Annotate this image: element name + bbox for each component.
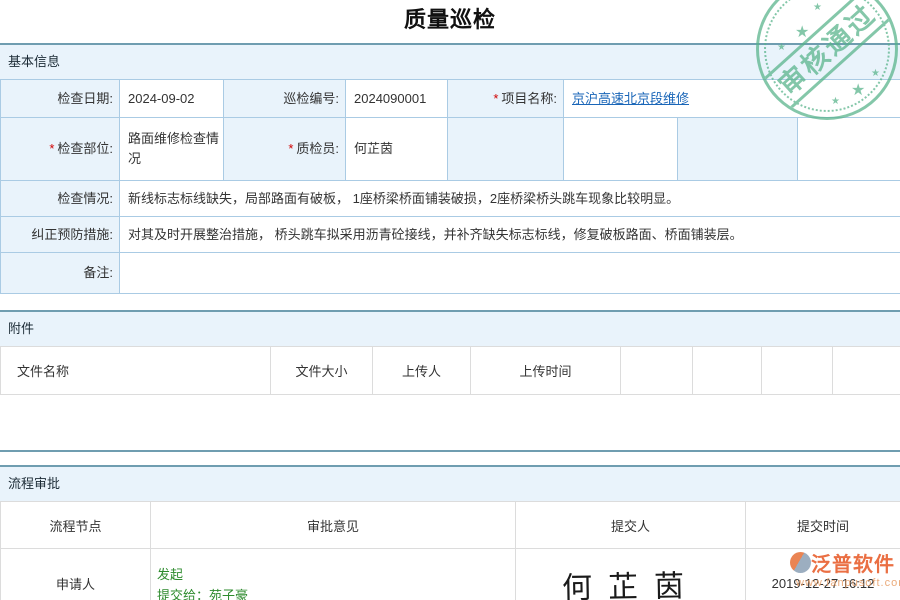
check-part-label: *检查部位: [1, 118, 120, 181]
empty-label-cell [448, 118, 564, 181]
project-name-value: 京沪高速北京段维修 [564, 80, 900, 118]
col-file-size: 文件大小 [271, 347, 373, 395]
section-gap [0, 452, 900, 465]
basic-info-table: 检查日期: 2024-09-02 巡检编号: 2024090001 *项目名称:… [0, 79, 900, 294]
approval-submitter: 何芷茵 [516, 549, 746, 600]
empty-label-cell [678, 118, 798, 181]
attachments-table: 文件名称 文件大小 上传人 上传时间 [0, 346, 900, 395]
page-title: 质量巡检 [0, 0, 900, 34]
required-marker: * [288, 141, 293, 156]
empty-value-cell [798, 118, 900, 181]
approval-row: 申请人 发起 提交给：苑子豪 何芷茵 2019-12-27 16:12 [1, 549, 900, 600]
vendor-url: www.fanpusoft.com [796, 577, 900, 589]
remark-label: 备注: [1, 253, 120, 294]
vendor-name: 泛普软件 [811, 548, 895, 577]
approval-table: 流程节点 审批意见 提交人 提交时间 申请人 发起 提交给：苑子豪 何芷茵 20… [0, 501, 900, 600]
col-empty [833, 347, 900, 395]
col-upload-time: 上传时间 [471, 347, 621, 395]
measures-label: 纠正预防措施: [1, 217, 120, 253]
situation-label: 检查情况: [1, 181, 120, 217]
col-submitter: 提交人 [516, 502, 746, 549]
approval-node: 申请人 [1, 549, 151, 600]
approval-submit-to: 提交给：苑子豪 [157, 585, 511, 600]
check-date-label: 检查日期: [1, 80, 120, 118]
inspector-label: *质检员: [224, 118, 346, 181]
vendor-watermark: 泛普软件 www.fanpusoft.com [790, 548, 900, 589]
title-row: 质量巡检 [0, 0, 900, 43]
inspection-no-label: 巡检编号: [224, 80, 346, 118]
approval-opinion: 发起 提交给：苑子豪 [151, 549, 516, 600]
inspection-no-value: 2024090001 [346, 80, 448, 118]
section-gap [0, 294, 900, 310]
col-empty [693, 347, 762, 395]
required-marker: * [493, 91, 498, 106]
measures-value: 对其及时开展整治措施， 桥头跳车拟采用沥青砼接线，并补齐缺失标志标线，修复破板路… [120, 217, 900, 253]
col-empty [762, 347, 833, 395]
basic-info-section-header: 基本信息 [0, 45, 900, 79]
submitter-signature: 何芷茵 [561, 560, 700, 600]
situation-value: 新线标志标线缺失，局部路面有破板， 1座桥梁桥面铺装破损，2座桥梁桥头跳车现象比… [120, 181, 900, 217]
empty-value-cell [564, 118, 678, 181]
col-approval-opinion: 审批意见 [151, 502, 516, 549]
project-link[interactable]: 京沪高速北京段维修 [572, 91, 689, 106]
section-basic-info: 基本信息 检查日期: 2024-09-02 巡检编号: 2024090001 *… [0, 43, 900, 294]
required-marker: * [49, 141, 54, 156]
col-uploader: 上传人 [373, 347, 471, 395]
section-approval-flow: 流程审批 流程节点 审批意见 提交人 提交时间 申请人 发起 提交给：苑子豪 [0, 465, 900, 600]
approval-action: 发起 [157, 564, 511, 585]
col-empty [621, 347, 693, 395]
quality-inspection-page: 质量巡检 基本信息 检查日期: 2024-09-02 巡检编号: 2024090… [0, 0, 900, 600]
remark-value [120, 253, 900, 294]
section-attachments: 附件 文件名称 文件大小 上传人 上传时间 [0, 310, 900, 452]
col-flow-node: 流程节点 [1, 502, 151, 549]
approval-section-header: 流程审批 [0, 467, 900, 501]
attachments-empty-body [0, 395, 900, 450]
col-file-name: 文件名称 [1, 347, 271, 395]
inspector-value: 何芷茵 [346, 118, 448, 181]
attachments-section-header: 附件 [0, 312, 900, 346]
check-date-value: 2024-09-02 [120, 80, 224, 118]
col-submit-time: 提交时间 [746, 502, 900, 549]
project-name-label: *项目名称: [448, 80, 564, 118]
check-part-value: 路面维修检查情况 [120, 118, 224, 181]
fanpu-logo-icon [790, 552, 811, 573]
